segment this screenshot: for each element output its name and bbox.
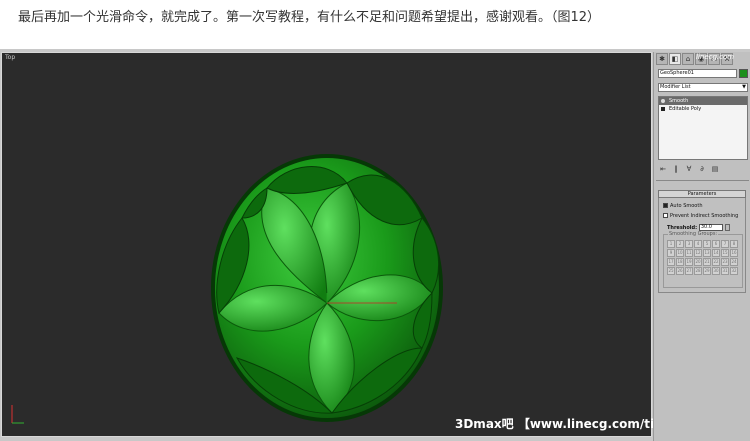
modifier-list-dropdown[interactable]: Modifier List ▼: [658, 83, 748, 92]
smoothing-group-button[interactable]: 1: [667, 240, 675, 248]
stack-toolbar: ⇤ ‖ ∀ ∂ ▤: [658, 165, 748, 175]
smoothing-group-button[interactable]: 13: [703, 249, 711, 257]
smoothing-group-button[interactable]: 30: [712, 267, 720, 275]
smoothing-group-button[interactable]: 7: [721, 240, 729, 248]
stack-item-label: Smooth: [669, 98, 689, 104]
geosphere-object[interactable]: [207, 143, 447, 433]
smoothing-group-button[interactable]: 5: [703, 240, 711, 248]
smoothing-group-button[interactable]: 24: [730, 258, 738, 266]
viewport-top[interactable]: Top: [1, 52, 652, 437]
make-unique-icon[interactable]: ∀: [684, 165, 694, 174]
hierarchy-tab-icon[interactable]: ⌂: [682, 53, 694, 65]
smoothing-group-button[interactable]: 8: [730, 240, 738, 248]
create-tab-icon[interactable]: ✱: [656, 53, 668, 65]
smoothing-group-button[interactable]: 10: [676, 249, 684, 257]
modify-tab-icon[interactable]: ◧: [669, 53, 681, 65]
auto-smooth-row[interactable]: Auto Smooth: [663, 203, 703, 211]
smoothing-group-button[interactable]: 9: [667, 249, 675, 257]
divider: [656, 180, 749, 181]
auto-smooth-label: Auto Smooth: [670, 203, 703, 209]
show-end-result-icon[interactable]: ‖: [671, 165, 681, 174]
pin-stack-icon[interactable]: ⇤: [658, 165, 668, 174]
smoothing-group-button[interactable]: 27: [685, 267, 693, 275]
expand-icon[interactable]: [661, 107, 665, 111]
smoothing-group-button[interactable]: 29: [703, 267, 711, 275]
smoothing-group-button[interactable]: 6: [712, 240, 720, 248]
smoothing-group-button[interactable]: 4: [694, 240, 702, 248]
smoothing-group-button[interactable]: 21: [703, 258, 711, 266]
rollout-parameters[interactable]: Parameters: [658, 190, 746, 198]
smoothing-group-button[interactable]: 18: [676, 258, 684, 266]
viewport-label[interactable]: Top: [5, 54, 15, 61]
smoothing-group-button[interactable]: 11: [685, 249, 693, 257]
smoothing-group-button[interactable]: 31: [721, 267, 729, 275]
smoothing-group-button[interactable]: 23: [721, 258, 729, 266]
smoothing-group-button[interactable]: 12: [694, 249, 702, 257]
axis-tripod-icon: [11, 405, 24, 424]
prevent-indirect-row[interactable]: Prevent Indirect Smoothing: [663, 213, 738, 221]
remove-modifier-icon[interactable]: ∂: [697, 165, 707, 174]
smoothing-group-button[interactable]: 17: [667, 258, 675, 266]
smoothing-group-button[interactable]: 22: [712, 258, 720, 266]
stack-item-smooth[interactable]: Smooth: [659, 97, 747, 105]
auto-smooth-checkbox[interactable]: [663, 203, 668, 208]
smoothing-groups: Smoothing Groups: 1 2 3 4 5 6 7 8 9 10 11 12 13 14 15 1…: [663, 231, 743, 288]
stack-item-label: Editable Poly: [669, 106, 702, 112]
threshold-input[interactable]: 30.0: [698, 224, 723, 231]
parameters-body: Auto Smooth Prevent Indirect Smoothing T…: [658, 198, 746, 293]
smoothing-group-button[interactable]: 14: [712, 249, 720, 257]
chevron-down-icon: ▼: [742, 84, 746, 90]
object-name-field[interactable]: GeoSphere01: [658, 69, 737, 78]
smoothing-group-button[interactable]: 3: [685, 240, 693, 248]
prevent-indirect-label: Prevent Indirect Smoothing: [670, 213, 739, 219]
smoothing-group-button[interactable]: 32: [730, 267, 738, 275]
stack-item-editable-poly[interactable]: Editable Poly: [659, 105, 747, 113]
smoothing-group-button[interactable]: 19: [685, 258, 693, 266]
smoothing-group-button[interactable]: 2: [676, 240, 684, 248]
bulb-icon[interactable]: [661, 99, 665, 103]
modifier-stack: Smooth Editable Poly: [658, 96, 748, 160]
smoothing-groups-title: Smoothing Groups:: [668, 231, 719, 237]
smoothing-group-grid: 1 2 3 4 5 6 7 8 9 10 11 12 13 14 15 16 17 18 19 20 21 22 23 24 2…: [667, 240, 738, 275]
spinner-icon[interactable]: [724, 224, 730, 231]
smoothing-group-button[interactable]: 25: [667, 267, 675, 275]
tutorial-caption: 最后再加一个光滑命令，就完成了。第一次写教程，有什么不足和问题希望提出，感谢观看…: [18, 10, 601, 25]
smoothing-group-button[interactable]: 15: [721, 249, 729, 257]
modifier-list-label: Modifier List: [660, 84, 691, 90]
object-color-swatch[interactable]: [739, 69, 748, 78]
panel-watermark: linecg.com: [696, 53, 735, 61]
smoothing-group-button[interactable]: 26: [676, 267, 684, 275]
smoothing-group-button[interactable]: 28: [694, 267, 702, 275]
configure-sets-icon[interactable]: ▤: [710, 165, 720, 174]
smoothing-group-button[interactable]: 16: [730, 249, 738, 257]
command-panel: ✱ ◧ ⌂ ◉ ▭ ⚒ linecg.com GeoSphere01 Modif…: [653, 52, 750, 441]
smoothing-group-button[interactable]: 20: [694, 258, 702, 266]
prevent-indirect-checkbox[interactable]: [663, 213, 668, 218]
